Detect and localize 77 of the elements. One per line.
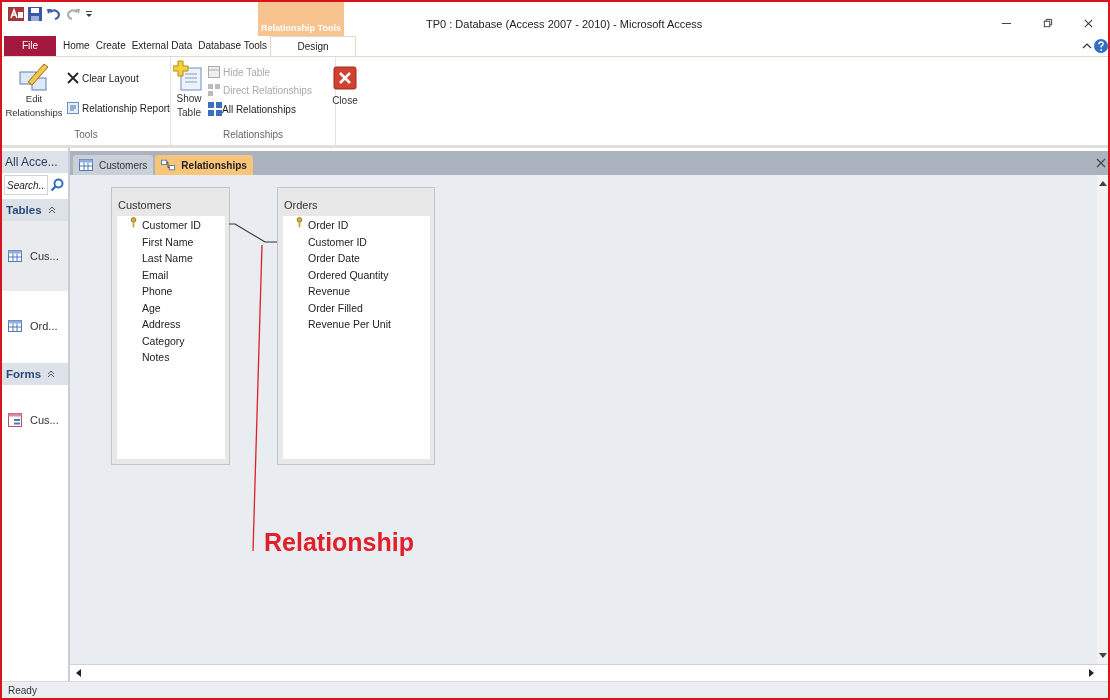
field-name[interactable]: Age [142,301,161,314]
relationship-report-button[interactable]: Relationship Report [66,100,171,116]
collapse-chevron-icon [47,370,56,378]
ribbon-tab[interactable]: External Data [128,36,196,56]
ribbon-tab[interactable]: Database Tools [195,36,271,56]
field-name[interactable]: Last Name [142,252,193,265]
edit-relationships-button[interactable]: Edit Relationships [2,60,66,120]
nav-item[interactable]: Ord... [2,291,68,361]
nav-item[interactable]: Cus... [2,221,68,291]
field-name[interactable]: Revenue Per Unit [308,318,391,331]
field-name[interactable]: Order ID [308,219,349,232]
annotation-label: Relationship [264,528,414,557]
undo-icon[interactable] [46,6,62,22]
collapse-chevron-icon [47,206,56,214]
right-arrow-icon[interactable] [1088,669,1096,677]
relationship-line [228,223,278,243]
field-name[interactable]: Email [142,268,169,281]
table-icon [8,249,22,263]
report-icon [67,102,79,114]
search-field[interactable]: Search... [4,175,48,195]
clear-layout-button[interactable]: Clear Layout [66,70,171,86]
x-icon [67,72,79,84]
linked-tables-icon [161,158,176,172]
ribbon-tab[interactable]: Home [60,36,93,56]
show-table-button[interactable]: Show Table [171,60,207,120]
all-relationships-button[interactable]: All Relationships [207,100,313,118]
contextual-tab-header: Relationship Tools [258,2,344,36]
close-icon[interactable] [1096,158,1106,168]
nav-group-header[interactable]: Forms [2,363,68,385]
search-icon[interactable] [50,178,64,192]
close-icon[interactable] [1083,18,1094,29]
save-icon[interactable] [27,6,43,22]
field-name[interactable]: First Name [142,235,194,248]
nav-item[interactable]: Cus... [2,385,68,455]
close-button[interactable]: Close [312,60,375,108]
group-label: Relationships [221,129,284,142]
form-icon [8,413,22,427]
status-text: Ready [7,684,37,696]
help-icon[interactable] [1094,39,1108,53]
field-name[interactable]: Address [142,318,181,331]
close-icon [332,66,357,90]
ribbon-tab[interactable]: File [4,36,56,56]
table-window[interactable]: Customers Customer ID First Name Last Name Email Phone Age Address Category Notes [111,187,230,465]
up-arrow-icon[interactable] [1098,179,1107,187]
app-logo-icon[interactable] [8,6,24,22]
linked-tables-icon [208,84,220,96]
table-title: Customers [117,198,173,213]
field-name[interactable]: Customer ID [308,235,367,248]
plus-table-icon [173,60,205,92]
table-icon [79,158,93,172]
table-icon [208,66,220,78]
vertical-scrollbar[interactable] [1097,175,1108,664]
down-arrow-icon[interactable] [1098,652,1107,660]
document-tab[interactable]: Customers [73,155,154,175]
table-title: Orders [283,198,319,213]
field-name[interactable]: Phone [142,285,173,298]
left-arrow-icon[interactable] [74,669,82,677]
collapse-ribbon-icon[interactable] [1082,41,1092,51]
document-tab[interactable]: Relationships [155,155,253,175]
group-label: Tools [73,129,99,142]
ribbon-tab[interactable]: Design [270,36,357,56]
restore-icon[interactable] [1042,18,1053,29]
field-name[interactable]: Order Date [308,252,360,265]
field-name[interactable]: Customer ID [142,219,201,232]
table-window[interactable]: Orders Order ID Customer ID Order Date Ordered Quantity Revenue Order Filled Revenue Per Unit [277,187,435,465]
field-name[interactable]: Notes [142,351,170,364]
field-name[interactable]: Revenue [308,285,351,298]
field-name[interactable]: Category [142,334,185,347]
field-name[interactable]: Ordered Quantity [308,268,389,281]
table-icon [8,319,22,333]
nav-group-header[interactable]: Tables [2,199,68,221]
window-title: TP0 : Database (Access 2007 - 2010) - Microsoft Access [425,17,704,30]
nav-pane-title[interactable]: All Acce... [2,151,68,173]
linked-tables-icon [208,102,222,116]
ribbon-tab[interactable]: Create [92,36,129,56]
field-name[interactable]: Order Filled [308,301,363,314]
customize-caret-icon[interactable] [84,9,94,19]
